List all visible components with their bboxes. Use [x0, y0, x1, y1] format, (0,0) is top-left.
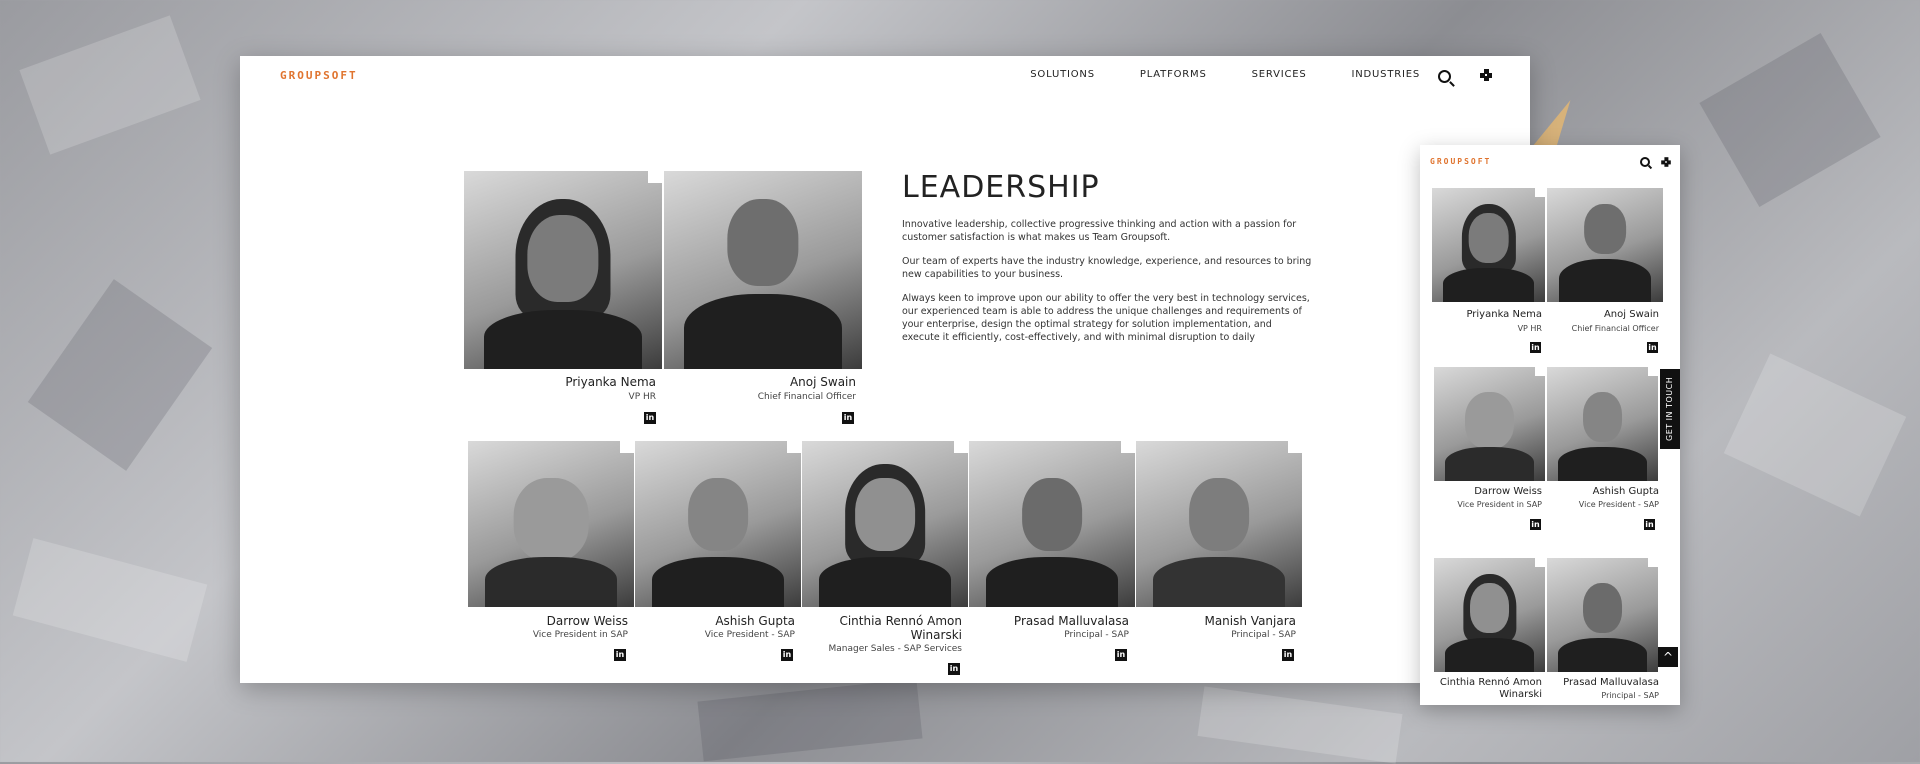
nav-services[interactable]: SERVICES [1252, 69, 1307, 80]
person-role: VP HR [1517, 324, 1542, 333]
linkedin-icon[interactable]: in [1530, 342, 1541, 353]
person-role: VP HR [628, 392, 656, 402]
person-name: Ashish Gupta [715, 614, 795, 628]
linkedin-icon[interactable]: in [1530, 519, 1541, 530]
mobile-mockup: GROUPSOFT Priyanka Nema VP HR in Anoj Sw… [1420, 145, 1680, 705]
get-in-touch-tab[interactable]: GET IN TOUCH [1660, 369, 1680, 449]
linkedin-icon[interactable]: in [842, 412, 854, 424]
person-role: Vice President - SAP [704, 630, 795, 640]
person-name: Prasad Malluvalasa [1563, 677, 1659, 688]
scroll-to-top-button[interactable]: ^ [1658, 647, 1678, 667]
photo-cinthia-renno-amon-winarski [1434, 558, 1545, 672]
photo-anoj-swain [1547, 188, 1663, 302]
linkedin-icon[interactable]: in [1644, 519, 1655, 530]
linkedin-icon[interactable]: in [948, 663, 960, 675]
linkedin-icon[interactable]: in [1115, 649, 1127, 661]
photo-darrow-weiss [468, 441, 634, 607]
intro-paragraph-3: Always keen to improve upon our ability … [902, 293, 1310, 343]
grid-menu-icon[interactable] [1480, 69, 1492, 81]
person-role: Manager Sales - SAP Services [828, 644, 962, 654]
intro-paragraph-1: Innovative leadership, collective progre… [902, 219, 1297, 243]
linkedin-icon[interactable]: in [1282, 649, 1294, 661]
person-role: Principal - SAP [1601, 691, 1659, 700]
linkedin-icon[interactable]: in [1647, 342, 1658, 353]
photo-anoj-swain [664, 171, 862, 369]
person-name: Cinthia Rennó Amon Winarski [839, 614, 962, 642]
person-role: Chief Financial Officer [1571, 324, 1659, 333]
search-icon[interactable] [1438, 70, 1451, 83]
person-name: Manish Vanjara [1204, 614, 1296, 628]
brand-logo[interactable]: GROUPSOFT [280, 69, 358, 82]
linkedin-icon[interactable]: in [644, 412, 656, 424]
photo-priyanka-nema [464, 171, 662, 369]
main-nav: SOLUTIONS PLATFORMS SERVICES INDUSTRIES [1030, 69, 1420, 80]
person-role: Vice President - SAP [1578, 500, 1659, 509]
person-role: Vice President in SAP [1457, 500, 1542, 509]
search-icon[interactable] [1640, 157, 1650, 167]
person-role: Vice President in SAP [532, 630, 628, 640]
person-name: Prasad Malluvalasa [1013, 614, 1129, 628]
person-role: Principal - SAP [1064, 630, 1129, 640]
person-name: Ashish Gupta [1592, 486, 1659, 497]
person-role: Chief Financial Officer [757, 392, 856, 402]
photo-darrow-weiss [1434, 367, 1545, 481]
photo-prasad-malluvalasa [969, 441, 1135, 607]
photo-prasad-malluvalasa [1547, 558, 1658, 672]
photo-ashish-gupta [635, 441, 801, 607]
photo-ashish-gupta [1547, 367, 1658, 481]
person-name: Priyanka Nema [1466, 309, 1542, 320]
page-title: LEADERSHIP [902, 170, 1100, 205]
photo-manish-vanjara [1136, 441, 1302, 607]
grid-menu-icon[interactable] [1661, 157, 1671, 167]
person-role: Principal - SAP [1231, 630, 1296, 640]
brand-logo[interactable]: GROUPSOFT [1430, 157, 1491, 166]
nav-industries[interactable]: INDUSTRIES [1352, 69, 1420, 80]
person-name: Darrow Weiss [546, 614, 628, 628]
photo-priyanka-nema [1432, 188, 1545, 302]
intro-paragraph-2: Our team of experts have the industry kn… [902, 256, 1312, 280]
photo-cinthia-renno-amon-winarski [802, 441, 968, 607]
nav-solutions[interactable]: SOLUTIONS [1030, 69, 1095, 80]
nav-platforms[interactable]: PLATFORMS [1140, 69, 1207, 80]
person-name: Cinthia Rennó Amon Winarski [1439, 677, 1542, 700]
person-name: Anoj Swain [1603, 309, 1659, 320]
linkedin-icon[interactable]: in [614, 649, 626, 661]
person-name: Darrow Weiss [1474, 486, 1542, 497]
person-name: Priyanka Nema [565, 375, 656, 389]
person-name: Anoj Swain [789, 375, 856, 389]
desktop-mockup: GROUPSOFT SOLUTIONS PLATFORMS SERVICES I… [240, 56, 1530, 683]
